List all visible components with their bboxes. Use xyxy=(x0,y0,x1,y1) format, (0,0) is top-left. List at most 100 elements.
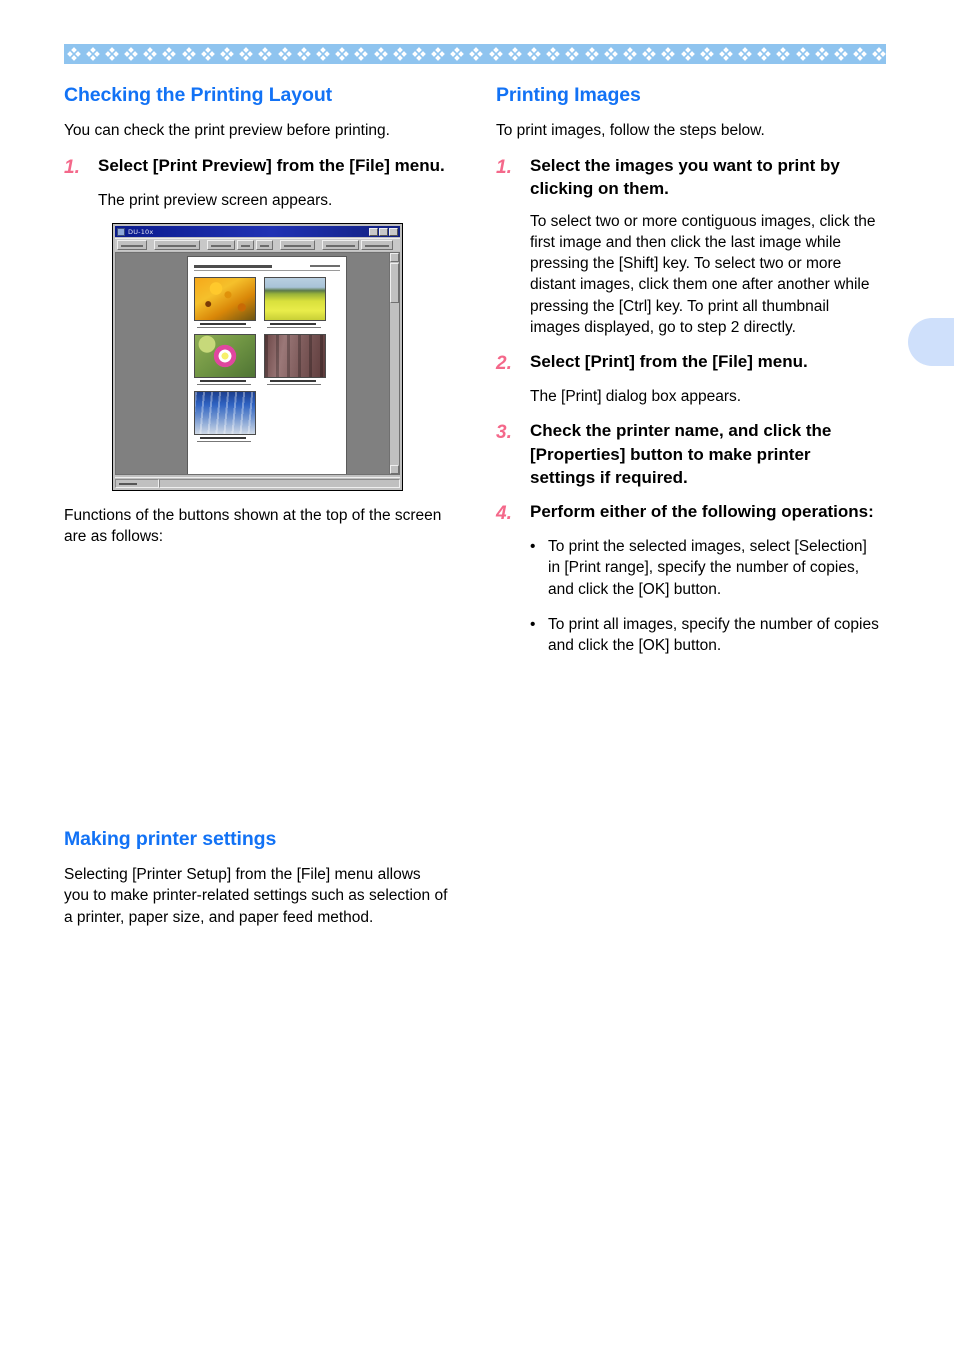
decorative-header-band xyxy=(64,44,886,64)
header-flower-motif-icon xyxy=(66,47,81,61)
toolbar-button-zoom-out[interactable] xyxy=(237,240,254,251)
step-item-right-4: 4. Perform either of the following opera… xyxy=(496,500,880,526)
left-column-spacer xyxy=(64,560,448,828)
scrollbar-thumb[interactable] xyxy=(390,263,399,304)
brown-building-photo xyxy=(263,334,326,379)
maximize-icon[interactable] xyxy=(379,227,388,236)
header-flower-motif-icon xyxy=(277,47,292,61)
header-flower-motif-icon xyxy=(795,47,810,61)
header-flower-motif-icon xyxy=(584,47,599,61)
step-item-left-1: 1. Select [Print Preview] from the [File… xyxy=(64,154,448,180)
thumbnail-subcaption xyxy=(196,440,251,443)
marigold-flowers-photo xyxy=(193,277,256,322)
page-edge-tab-marker xyxy=(908,318,954,366)
thumbnail-caption xyxy=(269,323,316,326)
toolbar-separator xyxy=(149,240,152,250)
screenshot-toolbar xyxy=(115,238,400,252)
scroll-up-arrow-icon[interactable] xyxy=(390,253,399,263)
right-column: Printing Images To print images, follow … xyxy=(496,84,880,670)
list-item: • To print the selected images, select [… xyxy=(530,536,880,600)
step-title: Select [Print] from the [File] menu. xyxy=(530,351,808,371)
header-flower-motif-icon xyxy=(431,47,445,61)
header-flower-motif-icon xyxy=(85,47,100,61)
header-flower-motif-icon xyxy=(527,47,541,61)
header-flower-motif-icon xyxy=(834,47,848,61)
print-preview-screenshot: DU-10x xyxy=(112,223,403,492)
toolbar-button-page[interactable] xyxy=(154,240,200,251)
thumbnail-subcaption xyxy=(266,383,321,386)
intro-text-left: You can check the print preview before p… xyxy=(64,122,390,140)
toolbar-button-print[interactable] xyxy=(117,240,147,251)
step-4-bullet-list: • To print the selected images, select [… xyxy=(530,536,880,656)
list-item-text: To print the selected images, select [Se… xyxy=(548,538,867,598)
left-column: Checking the Printing Layout You can che… xyxy=(64,84,448,940)
screenshot-title-bar: DU-10x xyxy=(115,226,400,238)
header-flower-motif-icon xyxy=(412,47,426,61)
section-title-making-printer-settings: Making printer settings xyxy=(64,827,277,850)
thumbnail-cell xyxy=(193,334,256,386)
app-icon xyxy=(117,227,125,236)
header-flower-motif-icon xyxy=(316,47,330,61)
screenshot-preview-area xyxy=(115,252,400,476)
header-flower-motif-icon xyxy=(603,47,618,61)
header-flower-motif-icon xyxy=(258,47,273,61)
page-title-checking-printing-layout: Checking the Printing Layout xyxy=(64,84,333,106)
status-page-indicator xyxy=(115,478,159,488)
after-screenshot-text: Functions of the buttons shown at the to… xyxy=(64,507,442,546)
step-number: 3. xyxy=(496,422,512,444)
pink-flower-photo xyxy=(193,334,256,379)
header-motif-row xyxy=(64,44,886,64)
thumbnail-cell xyxy=(263,334,326,386)
preview-page xyxy=(186,256,347,475)
header-flower-motif-icon xyxy=(738,47,752,61)
header-flower-motif-icon xyxy=(450,47,465,61)
thumbnail-caption xyxy=(199,323,246,326)
header-flower-motif-icon xyxy=(488,47,503,61)
preview-header-text-right xyxy=(309,265,340,268)
thumbnail-subcaption xyxy=(266,326,321,329)
step-number: 1. xyxy=(496,156,512,178)
header-flower-motif-icon xyxy=(143,47,158,61)
header-flower-motif-icon xyxy=(623,47,637,61)
list-item-text: To print all images, specify the number … xyxy=(548,615,879,655)
rapeseed-field-photo xyxy=(263,277,326,322)
step-title: Select the images you want to print by c… xyxy=(530,155,840,199)
header-flower-motif-icon xyxy=(776,47,791,61)
screenshot-window-title: DU-10x xyxy=(128,227,154,236)
page-title-printing-images: Printing Images xyxy=(496,84,641,106)
toolbar-button-layout[interactable] xyxy=(280,240,315,251)
step-body-right-2: The [Print] dialog box appears. xyxy=(530,388,742,406)
thumbnail-subcaption xyxy=(196,383,251,386)
close-icon[interactable] xyxy=(389,227,398,236)
screenshot-status-bar xyxy=(115,477,400,489)
list-item: • To print all images, specify the numbe… xyxy=(530,614,880,656)
scroll-down-arrow-icon[interactable] xyxy=(390,465,399,475)
toolbar-button-fit[interactable] xyxy=(256,240,273,251)
making-printer-settings-body: Selecting [Printer Setup] from the [File… xyxy=(64,866,448,926)
status-message-area xyxy=(159,478,400,488)
window-controls xyxy=(369,227,398,236)
toolbar-separator xyxy=(317,240,320,250)
vertical-scrollbar[interactable] xyxy=(389,253,399,475)
header-flower-motif-icon xyxy=(162,47,177,61)
header-flower-motif-icon xyxy=(699,47,714,61)
thumbnail-cell xyxy=(263,277,326,329)
header-flower-motif-icon xyxy=(757,47,772,61)
step-number: 4. xyxy=(496,502,512,524)
step-number: 2. xyxy=(496,352,512,374)
toolbar-button-zoom-in[interactable] xyxy=(207,240,235,251)
header-flower-motif-icon xyxy=(872,47,886,61)
header-flower-motif-icon xyxy=(354,47,369,61)
header-flower-motif-icon xyxy=(565,47,580,61)
header-flower-motif-icon xyxy=(719,47,733,61)
toolbar-button-close[interactable] xyxy=(361,240,393,251)
toolbar-button-setup[interactable] xyxy=(322,240,359,251)
header-flower-motif-icon xyxy=(853,47,868,61)
step-title: Perform either of the following operatio… xyxy=(530,501,874,521)
toolbar-separator xyxy=(275,240,278,250)
thumbnail-caption xyxy=(199,437,246,440)
header-flower-motif-icon xyxy=(200,47,215,61)
bullet-icon: • xyxy=(530,615,536,633)
step-title: Select [Print Preview] from the [File] m… xyxy=(98,155,445,175)
minimize-icon[interactable] xyxy=(369,227,378,236)
